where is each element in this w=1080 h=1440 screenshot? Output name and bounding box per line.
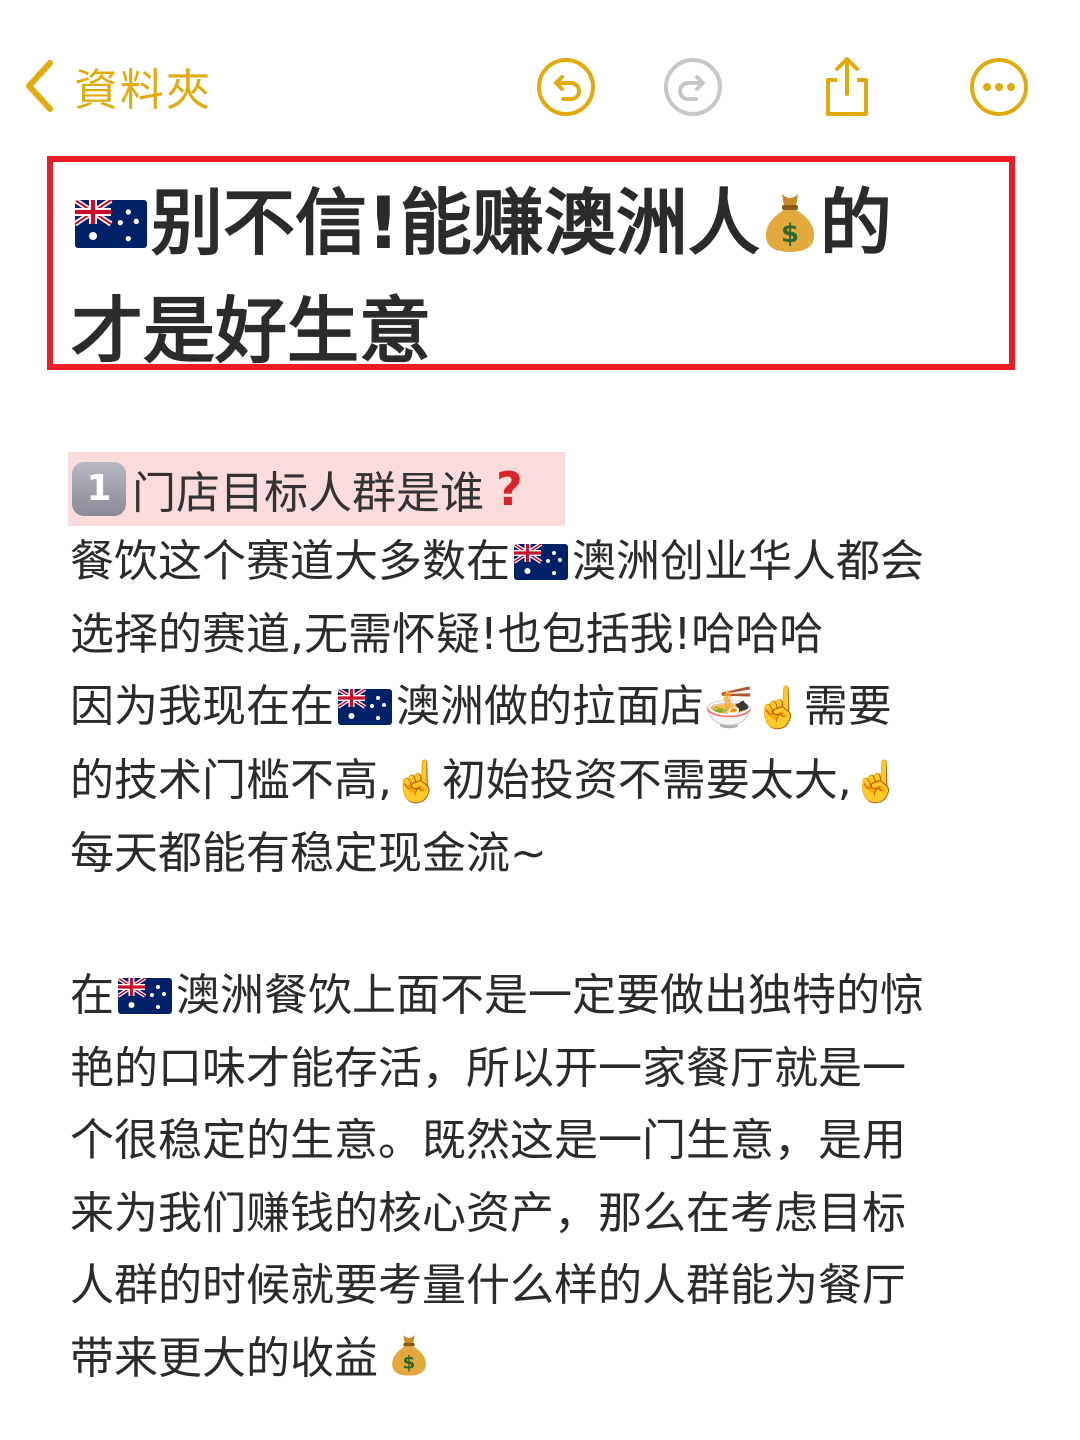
notes-toolbar: 資料夾 (0, 0, 1080, 150)
more-button[interactable] (968, 56, 1030, 118)
more-icon (970, 58, 1028, 116)
share-button[interactable] (816, 56, 878, 118)
back-button[interactable]: 資料夾 (24, 56, 212, 116)
text-line: 来为我们赚钱的核心资产，那么在考虑目标 (70, 1187, 906, 1239)
text-line: 在澳洲餐饮上面不是一定要做出独特的惊 (70, 970, 924, 1021)
redo-button[interactable] (662, 56, 724, 118)
australia-flag-icon (118, 978, 172, 1014)
point-up-icon: ☝️ (851, 758, 902, 805)
money-bag-icon: $ (388, 1327, 430, 1400)
australia-flag-icon (75, 200, 147, 248)
paragraph-2[interactable]: 在澳洲餐饮上面不是一定要做出独特的惊 艳的口味才能存活，所以开一家餐厅就是一 个… (70, 960, 1010, 1399)
text-line: 的技术门槛不高,☝️初始投资不需要太大,☝️ (70, 754, 902, 806)
note-title-box: 别不信!能赚澳洲人 $ 的 才是好生意 (47, 156, 1015, 373)
point-up-icon: ☝️ (392, 758, 442, 805)
back-label: 資料夾 (74, 65, 212, 116)
share-icon (826, 57, 868, 116)
money-bag-icon: $ (760, 178, 820, 280)
svg-text:$: $ (781, 219, 799, 249)
title-line2: 才是好生意 (71, 289, 432, 373)
text-line: 人群的时候就要考量什么样的人群能为餐厅 (70, 1260, 906, 1311)
question-mark-icon: ? (496, 462, 523, 516)
text-line: 选择的赛道,无需怀疑!也包括我!哈哈哈 (70, 608, 824, 660)
keycap-number-icon: 1 (72, 462, 126, 516)
text-line: 餐饮这个赛道大多数在 澳洲创业华人都会 (70, 536, 924, 587)
paragraph-1[interactable]: 餐饮这个赛道大多数在 澳洲创业华人都会 选择的赛道,无需怀疑!也包括我!哈哈哈 因… (70, 526, 1010, 891)
text-line: 每天都能有稳定现金流~ (70, 828, 547, 879)
title-line1-tail: 的 (819, 181, 892, 265)
undo-button[interactable] (535, 56, 597, 118)
svg-text:$: $ (403, 1352, 416, 1373)
title-line1: 别不信!能赚澳洲人 (151, 181, 760, 265)
section-heading-text: 门店目标人群是谁 (132, 468, 484, 519)
text-line: 因为我现在在 澳洲做的拉面店🍜☝️需要 (70, 681, 892, 732)
noodle-bowl-icon: 🍜 (704, 685, 754, 731)
text-line: 个很稳定的生意。既然这是一门生意，是用 (70, 1115, 906, 1166)
australia-flag-icon (514, 544, 568, 580)
australia-flag-icon (338, 689, 392, 725)
redo-icon (664, 58, 722, 116)
point-up-icon: ☝️ (753, 685, 804, 731)
text-line: 带来更大的收益 $ (70, 1323, 1010, 1400)
chevron-left-icon (26, 60, 53, 112)
undo-icon (537, 58, 595, 116)
note-title[interactable]: 别不信!能赚澳洲人 $ 的 才是好生意 (71, 172, 1001, 382)
text-line: 艳的口味才能存活，所以开一家餐厅就是一 (70, 1042, 906, 1094)
section-heading: 1 门店目标人群是谁 ? (68, 452, 565, 526)
